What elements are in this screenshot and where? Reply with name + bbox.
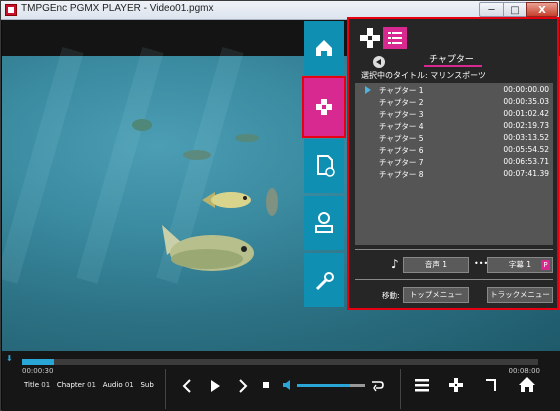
chapter-name: チャプター 7 — [379, 158, 424, 167]
audio-value: 01 — [124, 381, 134, 389]
total-time: 00:08:00 — [508, 367, 540, 375]
panel-divider — [355, 279, 553, 280]
search-icon — [315, 212, 333, 233]
chapter-row[interactable]: チャプター 2 00:00:35.03 — [355, 96, 553, 108]
title-value: 01 — [41, 381, 51, 389]
light-ray — [76, 46, 164, 284]
settings-button[interactable] — [304, 253, 344, 307]
volume-icon[interactable] — [282, 379, 294, 391]
chapter-name: チャプター 1 — [379, 86, 424, 95]
stop-icon[interactable] — [262, 381, 270, 389]
wrench-icon — [315, 272, 334, 291]
chapter-time: 00:06:53.71 — [503, 157, 549, 166]
subtitle-badge: P — [541, 260, 550, 270]
top-menu-button[interactable]: トップメニュー — [403, 287, 469, 303]
chapter-label: Chapter — [56, 381, 85, 389]
back-arrow-icon[interactable] — [373, 56, 385, 68]
selected-title: 選択中のタイトル: マリンスポーツ — [361, 71, 486, 80]
chapter-time: 00:05:54.52 — [503, 145, 549, 154]
playing-indicator-icon — [365, 86, 371, 94]
search-button[interactable] — [304, 196, 344, 250]
chapter-row[interactable]: チャプター 3 00:01:02.42 — [355, 108, 553, 120]
fish-large — [162, 225, 254, 271]
chapter-time: 00:01:02.42 — [503, 109, 549, 118]
next-icon[interactable] — [236, 378, 250, 394]
chapter-row[interactable]: チャプター 8 00:07:41.39 — [355, 168, 553, 180]
chapter-time: 00:07:41.39 — [503, 169, 549, 178]
maximize-button[interactable]: □ — [503, 2, 527, 17]
chapter-name: チャプター 8 — [379, 170, 424, 179]
close-button[interactable]: X — [526, 2, 558, 17]
fish-distant — [132, 119, 152, 131]
chapter-time: 00:03:13.52 — [503, 133, 549, 142]
fish-yellow — [202, 192, 251, 208]
current-time: 00:00:30 — [22, 367, 54, 375]
move-label: 移動: — [382, 291, 400, 300]
audio-label: Audio — [102, 381, 123, 389]
sub-label: Sub — [140, 381, 154, 389]
track-menu-button[interactable]: トラックメニュー — [487, 287, 553, 303]
chapter-row[interactable]: チャプター 4 00:02:19.73 — [355, 120, 553, 132]
chapter-row[interactable]: チャプター 1 00:00:00.00 — [355, 84, 553, 96]
light-ray — [2, 46, 84, 284]
chapter-row[interactable]: チャプター 6 00:05:54.52 — [355, 144, 553, 156]
tab-underline — [424, 65, 482, 67]
separator — [165, 369, 166, 409]
chapter-row[interactable]: チャプター 5 00:03:13.52 — [355, 132, 553, 144]
subtitle-button-label: 字幕 1 — [508, 260, 532, 269]
chapter-name: チャプター 4 — [379, 122, 424, 131]
app-icon — [5, 4, 17, 16]
separator — [400, 369, 401, 409]
chapter-name: チャプター 3 — [379, 110, 424, 119]
chapter-name: チャプター 5 — [379, 134, 424, 143]
volume-level — [297, 384, 351, 387]
home-icon — [316, 40, 332, 56]
chapter-row[interactable]: チャプター 7 00:06:53.71 — [355, 156, 553, 168]
window-title: TMPGEnc PGMX PLAYER - Video01.pgmx — [21, 3, 214, 14]
music-note-icon: ♪ — [391, 257, 399, 271]
panel-divider — [355, 249, 553, 250]
fish-distant — [183, 150, 211, 160]
subtitle-button[interactable]: 字幕 1 P — [487, 257, 553, 273]
file-button[interactable] — [304, 139, 344, 193]
chapter-value: 01 — [87, 381, 97, 389]
home-control-icon[interactable] — [518, 376, 536, 393]
seek-bar[interactable] — [22, 359, 538, 365]
volume-slider[interactable] — [297, 384, 365, 387]
play-icon[interactable] — [208, 378, 222, 394]
chapter-icon — [316, 99, 332, 115]
file-icon — [317, 155, 335, 177]
control-bar: ⬇ 00:00:30 00:08:00 Title 01 Chapter 01 … — [2, 351, 560, 411]
chapter-panel-icon — [360, 28, 380, 48]
chapter-time: 00:00:00.00 — [503, 85, 549, 94]
tab-chapter[interactable]: チャプター — [429, 52, 474, 65]
chapter-list-view-button[interactable] — [383, 27, 407, 49]
minimize-button[interactable]: ─ — [479, 2, 504, 17]
stream-info: Title 01 Chapter 01 Audio 01 Sub — [24, 381, 154, 393]
chapter-button[interactable] — [302, 76, 346, 138]
chapter-time: 00:02:19.73 — [503, 121, 549, 130]
previous-icon[interactable] — [180, 378, 194, 394]
pin-icon[interactable]: ⬇ — [6, 355, 13, 363]
menu-icon[interactable] — [414, 378, 430, 392]
fish-distant — [235, 134, 259, 142]
return-icon[interactable] — [484, 377, 498, 393]
list-icon — [388, 32, 402, 44]
chapter-time: 00:00:35.03 — [503, 97, 549, 106]
seek-progress — [22, 359, 55, 365]
home-button[interactable] — [304, 21, 344, 75]
repeat-icon[interactable] — [370, 378, 386, 392]
chapter-list: チャプター 1 00:00:00.00 チャプター 2 00:00:35.03 … — [355, 83, 553, 245]
chapter-name: チャプター 2 — [379, 98, 424, 107]
chapter-panel: チャプター 選択中のタイトル: マリンスポーツ チャプター 1 00:00:00… — [347, 17, 559, 310]
audio-track-button[interactable]: 音声 1 — [403, 257, 469, 273]
chapter-control-icon[interactable] — [448, 377, 464, 393]
chapter-name: チャプター 6 — [379, 146, 424, 155]
app-window: TMPGEnc PGMX PLAYER - Video01.pgmx ─ □ X — [0, 0, 560, 411]
fish-small — [266, 188, 278, 216]
title-label: Title — [24, 381, 40, 389]
